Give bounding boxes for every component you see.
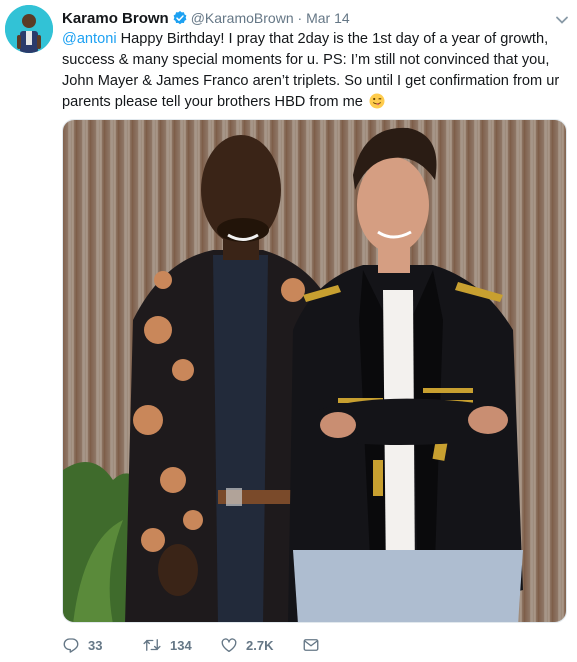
author-name[interactable]: Karamo Brown <box>62 10 169 27</box>
chevron-down-icon[interactable] <box>555 12 569 24</box>
winking-face-with-tongue-icon <box>369 93 385 109</box>
tweet-actions: 33 134 2.7K <box>62 635 320 655</box>
verified-badge-icon <box>172 10 188 30</box>
tweet-date[interactable]: Mar 14 <box>306 10 350 26</box>
tweet-header: Karamo Brown @KaramoBrown · Mar 14 <box>62 9 350 30</box>
tweet-body: Happy Birthday! I pray that 2day is the … <box>62 31 560 110</box>
avatar-image <box>5 5 53 53</box>
mention-link[interactable]: @antoni <box>62 31 117 47</box>
tweet-card: Karamo Brown @KaramoBrown · Mar 14 @anton… <box>0 0 577 662</box>
tweet-photo[interactable] <box>62 119 567 623</box>
reply-count: 33 <box>88 637 103 653</box>
avatar[interactable] <box>5 5 53 53</box>
heart-icon <box>220 636 238 654</box>
reply-button[interactable]: 33 <box>62 636 142 654</box>
tweet-text: @antoni Happy Birthday! I pray that 2day… <box>62 29 567 113</box>
like-button[interactable]: 2.7K <box>220 636 302 654</box>
like-count: 2.7K <box>246 637 274 653</box>
envelope-icon <box>302 636 320 654</box>
retweet-count: 134 <box>170 637 192 653</box>
retweet-button[interactable]: 134 <box>142 636 220 654</box>
author-handle[interactable]: @KaramoBrown <box>191 10 294 26</box>
retweet-icon <box>142 636 162 654</box>
photo-image <box>63 120 566 622</box>
direct-message-button[interactable] <box>302 636 320 654</box>
separator-dot: · <box>297 10 303 26</box>
reply-icon <box>62 636 80 654</box>
